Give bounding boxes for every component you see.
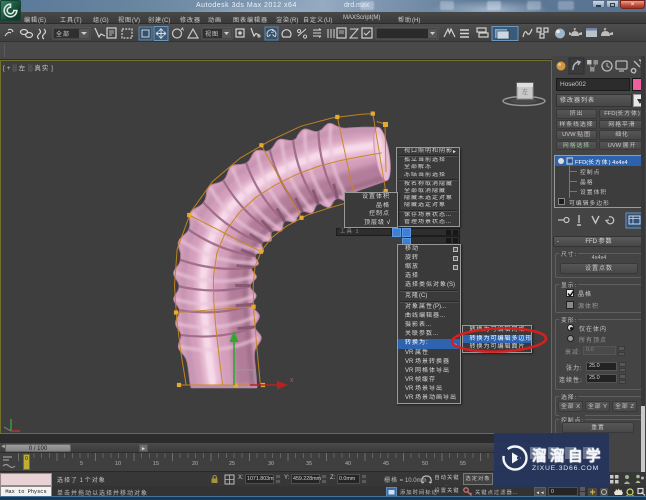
svg-text:3: 3 bbox=[271, 29, 274, 35]
svg-text:全部: 全部 bbox=[56, 30, 70, 38]
svg-text:x: x bbox=[290, 377, 294, 384]
svg-text:视图: 视图 bbox=[205, 30, 219, 38]
